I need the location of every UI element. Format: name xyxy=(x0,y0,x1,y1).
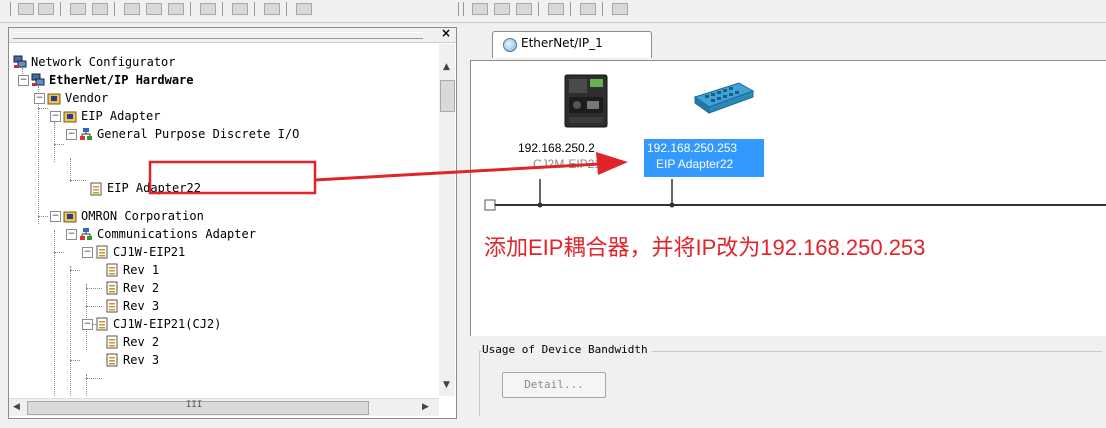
arrow-head-icon xyxy=(596,152,628,175)
annotation-overlay xyxy=(148,152,628,195)
annotation-text: 添加EIP耦合器，并将IP改为192.168.250.253 xyxy=(484,235,926,260)
highlight-box xyxy=(148,160,317,195)
annotation-arrow-line xyxy=(314,162,601,182)
